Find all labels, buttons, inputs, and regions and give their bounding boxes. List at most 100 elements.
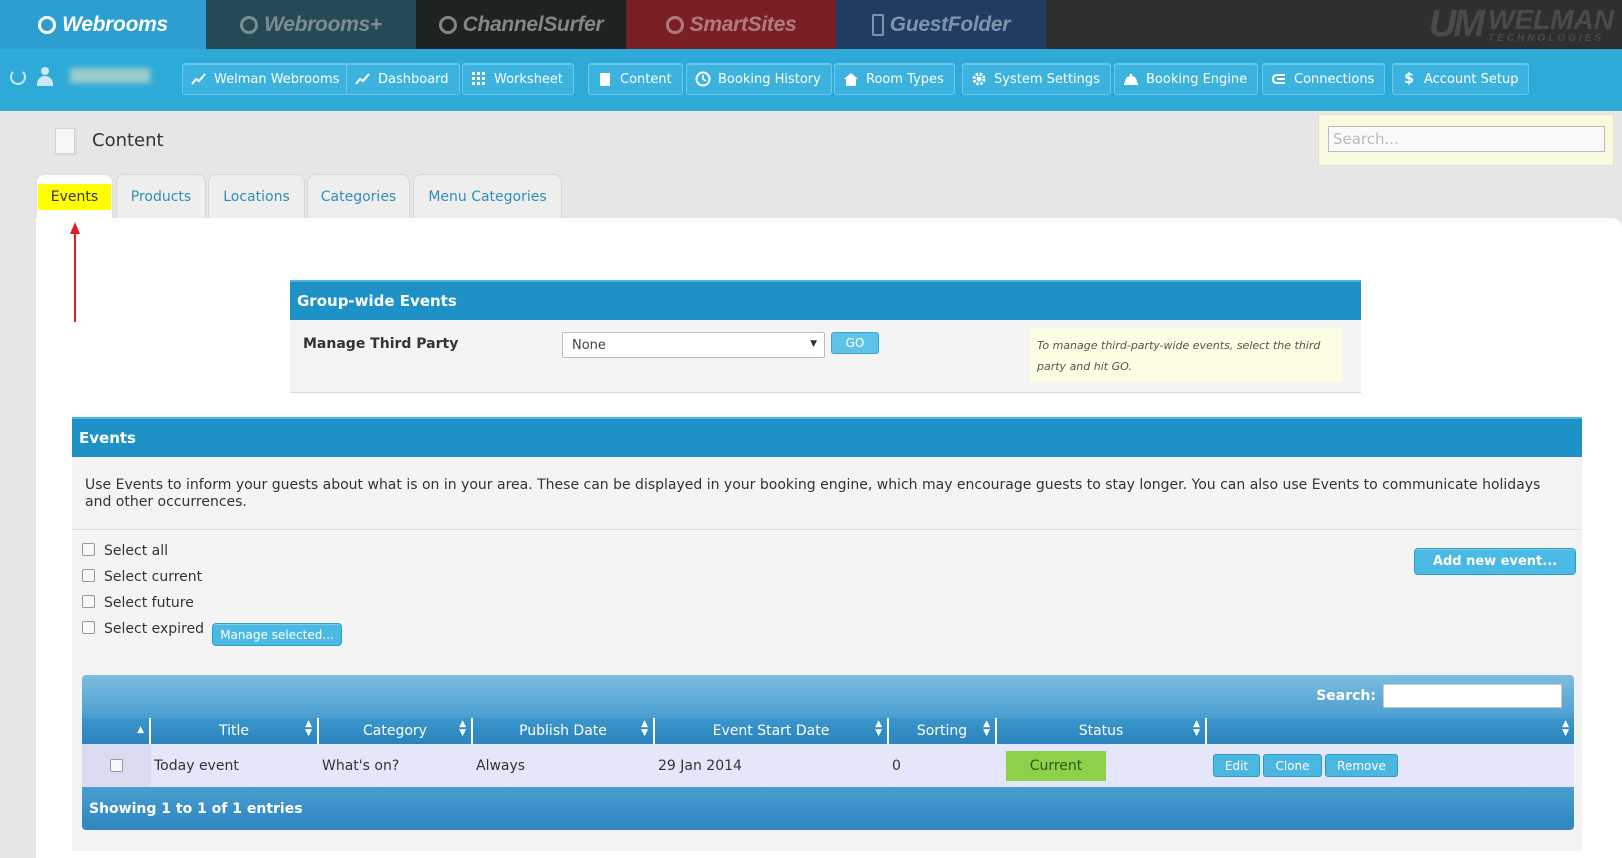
manage-selected-button[interactable]: Manage selected... [212,623,342,646]
table-row: Today event What's on? Always 29 Jan 201… [82,744,1574,787]
column-header-status[interactable]: Status ▲ ▼ [997,718,1207,744]
nav-label: Booking Engine [1146,71,1248,87]
manage-third-party-label: Manage Third Party [303,336,459,352]
table-footer-info: Showing 1 to 1 of 1 entries [82,787,1574,830]
sort-icon: ▲ ▼ [459,719,466,738]
third-party-select[interactable]: None ▼ [562,332,825,358]
cell-actions: Edit Clone Remove [1207,744,1574,787]
select-current-label: Select current [104,569,203,585]
product-tab-webrooms-plus[interactable]: Webrooms+ [206,0,416,49]
edit-button[interactable]: Edit [1213,754,1260,777]
go-button[interactable]: GO [831,332,879,354]
column-header-event-start-date[interactable]: Event Start Date ▲ ▼ [655,718,889,744]
product-tab-label: GuestFolder [889,12,1011,36]
sort-icon: ▲ ▼ [305,719,312,738]
webrooms-logo-icon [38,15,57,34]
sort-asc-icon: ▲ [137,725,144,735]
user-icon[interactable] [36,67,54,87]
product-tab-smartsites[interactable]: SmartSites [626,0,836,49]
column-header-category[interactable]: Category ▲ ▼ [319,718,473,744]
select-future-checkbox[interactable] [82,594,95,608]
chart-line-icon [191,71,207,87]
tab-label: Menu Categories [428,188,547,205]
user-name-blurred: ████████ [70,69,150,84]
document-icon [597,71,613,87]
product-bar: Webrooms Webrooms+ ChannelSurfer SmartSi… [0,0,1622,49]
third-party-hint: To manage third-party-wide events, selec… [1030,328,1342,382]
table-header: ▲ Title ▲ ▼ Category ▲ ▼ Publish Date ▲ ▼ Even… [82,718,1574,744]
third-party-select-value: None [572,337,606,353]
tab-label: Categories [320,188,397,205]
select-all-row: Select all [82,542,168,559]
product-tab-label: Webrooms [62,12,168,36]
connections-icon [1271,71,1287,87]
nav-label: Connections [1294,71,1375,87]
nav-account-setup[interactable]: $ Account Setup [1392,63,1530,95]
column-header-actions[interactable]: ▲ ▼ [1207,718,1574,744]
product-tab-channelsurfer[interactable]: ChannelSurfer [416,0,626,49]
remove-button[interactable]: Remove [1325,754,1398,777]
smartsites-logo-icon [665,15,684,34]
nav-connections[interactable]: Connections [1262,63,1386,95]
tab-label: Locations [223,188,290,205]
guestfolder-logo-icon [871,13,884,36]
column-header-title[interactable]: Title ▲ ▼ [151,718,319,744]
nav-room-types[interactable]: Room Types [834,63,955,95]
nav-welman-webrooms[interactable]: Welman Webrooms [182,63,351,95]
tab-locations[interactable]: Locations [208,174,305,218]
nav-system-settings[interactable]: System Settings [962,63,1111,95]
table-search-input[interactable] [1383,684,1562,708]
power-icon[interactable] [10,69,26,85]
gear-icon [971,71,987,87]
tab-products[interactable]: Products [116,174,206,218]
dollar-icon: $ [1404,71,1414,87]
select-all-checkbox[interactable] [82,542,95,556]
channelsurfer-logo-icon [438,15,457,34]
nav-booking-history[interactable]: Booking History [686,63,832,95]
nav-label: Welman Webrooms [214,71,340,87]
nav-label: Worksheet [494,71,564,87]
select-current-row: Select current [82,568,203,585]
clone-button[interactable]: Clone [1263,754,1322,777]
tab-categories[interactable]: Categories [307,174,410,218]
column-header-sorting[interactable]: Sorting ▲ ▼ [889,718,997,744]
welman-logo: UM WELMAN TECHNOLOGIES [1402,0,1622,49]
main-nav-bar: ████████ Welman Webrooms Dashboard Works… [0,49,1622,111]
tab-label: Events [37,183,112,210]
tab-events[interactable]: Events [36,174,113,218]
product-tab-guestfolder[interactable]: GuestFolder [836,0,1046,49]
product-tab-label: SmartSites [689,12,797,36]
events-description: Use Events to inform your guests about w… [85,477,1541,510]
bell-icon [1123,71,1139,87]
row-select-checkbox[interactable] [110,759,123,772]
history-icon [695,71,711,87]
global-search-box [1318,114,1614,166]
select-expired-checkbox[interactable] [82,620,95,634]
column-header-select[interactable]: ▲ [82,718,151,744]
chevron-down-icon: ▼ [810,339,817,349]
tab-menu-categories[interactable]: Menu Categories [413,174,562,218]
nav-booking-engine[interactable]: Booking Engine [1114,63,1259,95]
global-search-input[interactable] [1328,126,1605,152]
column-header-publish-date[interactable]: Publish Date ▲ ▼ [473,718,655,744]
welman-logo-name: WELMAN [1488,3,1614,35]
nav-label: Content [620,71,672,87]
table-search-label: Search: [1316,688,1376,704]
select-current-checkbox[interactable] [82,568,95,582]
grid-icon [471,71,487,87]
nav-dashboard[interactable]: Dashboard [346,63,460,95]
nav-content[interactable]: Content [588,63,683,95]
product-tab-webrooms[interactable]: Webrooms [0,0,206,49]
divider [72,529,1582,530]
add-new-event-button[interactable]: Add new event... [1414,548,1576,575]
cell-event-start-date: 29 Jan 2014 [658,757,742,774]
sort-icon: ▲ ▼ [875,719,882,738]
nav-worksheet[interactable]: Worksheet [462,63,575,95]
product-tab-label: Webrooms+ [264,12,382,36]
cell-category: What's on? [322,757,400,774]
cell-status: Current [997,744,1207,787]
select-future-label: Select future [104,595,194,611]
home-icon [843,71,859,87]
cell-sorting: 0 [892,757,901,774]
table-toolbar: Search: [82,675,1574,718]
